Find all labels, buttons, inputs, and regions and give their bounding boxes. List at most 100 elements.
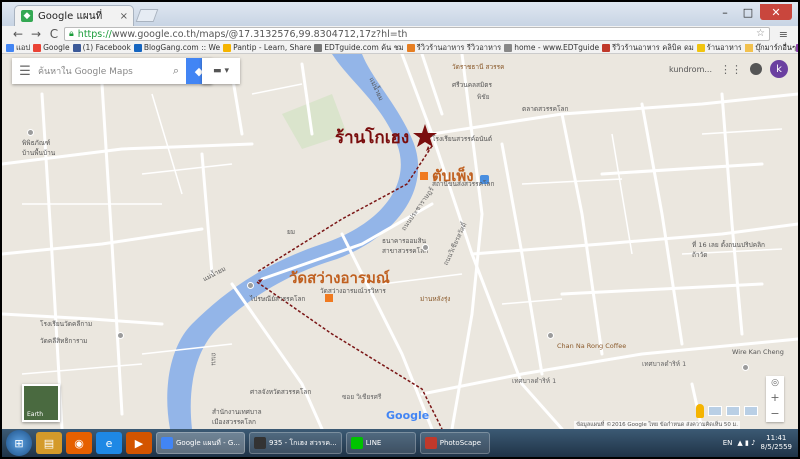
poi-pin[interactable] xyxy=(422,244,429,251)
menu-icon[interactable]: ☰ xyxy=(12,64,38,79)
bookmark-item[interactable]: รีวิวร้านอาหาร คลิบิค ดม xyxy=(602,42,694,53)
bookmark-label: Google xyxy=(43,43,70,52)
bookmark-item[interactable]: EDTguide.com ค้น ชม xyxy=(314,42,404,53)
keyboard-icon: ▬ xyxy=(212,66,222,76)
poi-post-office: ไปรษณีย์สวรรคโลก xyxy=(250,295,306,303)
notifications-icon[interactable] xyxy=(750,63,762,75)
bookmark-item[interactable]: แอป xyxy=(6,42,30,53)
taskbar-task[interactable]: Google แผนที่ - G... xyxy=(156,432,245,454)
reload-button[interactable]: C xyxy=(48,27,60,41)
poi-museum: พิพิธภัณฑ์ บ้านพื้นบ้าน xyxy=(22,139,56,157)
poi-lp: ที่ 16 เลย ตั้งถนนปริปคลิก ถ้าวัด xyxy=(692,241,765,259)
earth-view-toggle[interactable]: Earth xyxy=(22,384,60,422)
poi-pin[interactable] xyxy=(247,282,254,289)
road-label-soi: ซอย วิเชียรศรี xyxy=(342,393,382,401)
poi-wat-kathi: วัดคลีสิทธิการาม xyxy=(40,337,88,345)
photo-thumb-icon[interactable] xyxy=(708,406,722,416)
system-tray: EN ▲ ▮ ♪ 11:41 8/5/2559 xyxy=(723,431,792,455)
earth-label: Earth xyxy=(27,411,44,418)
bookmark-item[interactable]: BlogGang.com :: We xyxy=(133,43,220,52)
media-player-icon[interactable]: ▶ xyxy=(126,432,152,454)
bookmark-favicon-icon xyxy=(133,43,142,52)
bookmark-item[interactable]: สุดยอดร้าน เมนูอาหาร วิ xyxy=(795,42,798,53)
bookmark-star-icon[interactable]: ☆ xyxy=(756,28,765,39)
forward-button[interactable]: → xyxy=(30,27,42,41)
photo-thumb-icon[interactable] xyxy=(726,406,740,416)
bookmark-label: รีวิวร้านอาหาร คลิบิค ดม xyxy=(612,42,694,52)
poi-pin[interactable] xyxy=(547,332,554,339)
clock[interactable]: 11:41 8/5/2559 xyxy=(761,434,792,452)
bookmark-item[interactable]: รีวิวร้านอาหาร รีวิวอาหาร xyxy=(406,42,501,53)
other-bookmarks-label: บุ๊กมาร์กอื่นๆ xyxy=(755,43,796,52)
poi-bank: ธนาคารออมสิน สาขาสวรรคโลก xyxy=(382,237,429,255)
search-input[interactable]: ค้นหาใน Google Maps xyxy=(38,64,166,78)
task-label: LINE xyxy=(365,439,382,447)
windows-taskbar: ⊞ ▤ ◉ e ▶ Google แผนที่ - G... 935 - โกเฮ… xyxy=(2,429,798,457)
poi-chan-na-rong: Chan Na Rong Coffee xyxy=(557,342,627,350)
poi-talad: ตลาดสวรรคโลก xyxy=(522,105,569,113)
photo-thumb-icon[interactable] xyxy=(744,406,758,416)
task-label: PhotoScape xyxy=(439,439,482,447)
task-app-icon xyxy=(161,437,173,449)
address-bar[interactable]: 🔒︎ https://www.google.co.th/maps/@17.313… xyxy=(64,27,770,41)
layers-button[interactable]: ▬ ▾ xyxy=(202,58,240,84)
zoom-in-button[interactable]: + xyxy=(770,391,779,404)
poi-pin[interactable] xyxy=(117,332,124,339)
bookmark-favicon-icon xyxy=(602,43,611,52)
other-bookmarks[interactable]: บุ๊กมาร์กอื่นๆ xyxy=(741,42,796,53)
browser-tab[interactable]: ◆ Google แผนที่ × xyxy=(14,5,134,26)
back-button[interactable]: ← xyxy=(12,27,24,41)
bookmark-item[interactable]: (1) Facebook xyxy=(72,43,131,52)
my-location-icon[interactable]: ◎ xyxy=(771,378,779,388)
folder-icon xyxy=(745,44,754,52)
explorer-icon[interactable]: ▤ xyxy=(36,432,62,454)
apps-grid-icon[interactable]: ⋮⋮ xyxy=(720,63,742,76)
taskbar-task[interactable]: 935 - โกเฮง สวรรค... xyxy=(249,432,342,454)
river-short-label: ยม xyxy=(287,228,296,236)
zoom-out-button[interactable]: − xyxy=(770,407,779,420)
poi-school-2: โรงเรียนวัดคลีกาม xyxy=(40,320,93,328)
maps-search-box[interactable]: ☰ ค้นหาใน Google Maps ⌕ ◆ xyxy=(12,58,212,84)
search-icon[interactable]: ⌕ xyxy=(166,64,186,78)
bookmark-favicon-icon xyxy=(696,43,705,52)
pegman-icon[interactable] xyxy=(696,404,704,418)
map-canvas[interactable]: แม่น้ำยม แม่น้ำยม ยม พิชัย วัดราชธานี สว… xyxy=(2,54,798,429)
language-indicator[interactable]: EN xyxy=(723,439,733,447)
task-app-icon xyxy=(424,437,437,449)
browser-menu-icon[interactable]: ≡ xyxy=(779,28,788,41)
close-window-button[interactable]: ✕ xyxy=(760,4,792,20)
poi-municipality: สำนักงานเทศบาล เมืองสวรรคโลก xyxy=(212,408,262,426)
firefox-icon[interactable]: ◉ xyxy=(66,432,92,454)
zoom-controls: ◎ + − xyxy=(766,376,784,422)
new-tab-button[interactable] xyxy=(135,9,159,22)
bookmark-item[interactable]: Pantip - Learn, Share xyxy=(223,43,311,52)
ie-icon[interactable]: e xyxy=(96,432,122,454)
bookmark-label: Pantip - Learn, Share xyxy=(233,43,312,52)
annotation-tub-phueng: ตับเพ็ง xyxy=(432,167,474,185)
taskbar-task[interactable]: PhotoScape xyxy=(419,432,490,454)
close-tab-icon[interactable]: × xyxy=(120,11,128,22)
poi-pin[interactable] xyxy=(742,364,749,371)
poi-pin[interactable] xyxy=(27,129,34,136)
clock-time: 11:41 xyxy=(766,434,787,442)
minimize-button[interactable]: – xyxy=(714,4,736,20)
bookmark-favicon-icon xyxy=(33,43,42,52)
maximize-button[interactable]: □ xyxy=(737,4,759,20)
task-label: 935 - โกเฮง สวรรค... xyxy=(269,438,337,447)
tray-icons[interactable]: ▲ ▮ ♪ xyxy=(737,439,755,447)
road-label-thep-1: เทศบาลดำริห์ 1 xyxy=(642,360,687,368)
tab-title: Google แผนที่ xyxy=(38,10,103,22)
bookmark-item[interactable]: Google xyxy=(33,43,70,52)
task-list: Google แผนที่ - G... 935 - โกเฮง สวรรค...… xyxy=(156,432,490,454)
bookmark-favicon-icon xyxy=(406,43,415,52)
bookmarks-bar: แอป Google (1) Facebook BlogGang.com :: We P… xyxy=(2,42,798,54)
clock-date: 8/5/2559 xyxy=(760,443,792,451)
chevron-down-icon: ▾ xyxy=(224,66,230,76)
taskbar-task[interactable]: LINE xyxy=(345,432,416,454)
start-button[interactable]: ⊞ xyxy=(6,430,32,456)
window-controls: – □ ✕ xyxy=(714,4,792,20)
poi-school: โรงเรียนสวรรค์อนันต์ xyxy=(432,135,493,143)
bookmark-item[interactable]: home - www.EDTguide xyxy=(504,43,599,52)
lock-icon: 🔒︎ xyxy=(69,29,74,39)
avatar[interactable]: k xyxy=(770,60,788,78)
